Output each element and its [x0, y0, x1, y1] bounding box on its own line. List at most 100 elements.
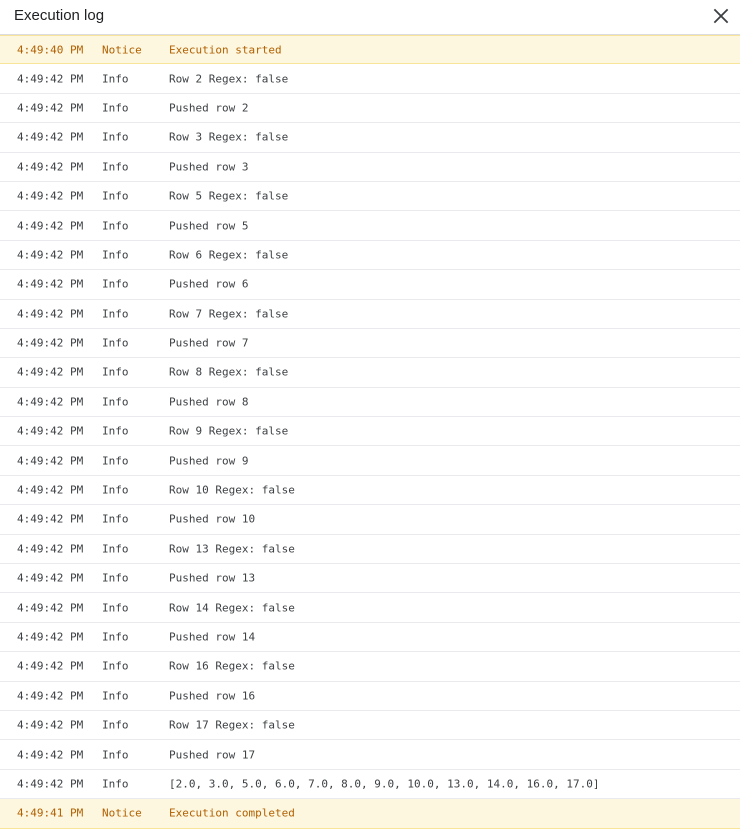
execution-log-list[interactable]: 4:49:40 PM Notice Execution started 4:49:42…: [0, 35, 740, 829]
log-time: 4:49:42 PM: [17, 777, 84, 791]
log-message: Row 6 Regex: false: [169, 248, 289, 262]
log-message: Row 10 Regex: false: [169, 483, 295, 497]
log-level: Info: [102, 512, 129, 526]
log-message: [2.0, 3.0, 5.0, 6.0, 7.0, 8.0, 9.0, 10.0…: [169, 777, 600, 791]
log-time: 4:49:42 PM: [17, 101, 84, 115]
log-row: 4:49:42 PM Info Pushed row 16: [0, 682, 740, 711]
log-message: Pushed row 9: [169, 454, 249, 468]
log-message: Row 13 Regex: false: [169, 542, 295, 556]
log-message: Pushed row 13: [169, 571, 256, 585]
log-level: Info: [102, 336, 129, 350]
log-time: 4:49:42 PM: [17, 219, 84, 233]
log-level: Info: [102, 101, 129, 115]
log-row: 4:49:42 PM Info Pushed row 14: [0, 623, 740, 653]
log-level: Info: [102, 630, 129, 644]
log-time: 4:49:42 PM: [17, 689, 84, 703]
log-row: 4:49:41 PM Notice Execution completed: [0, 799, 740, 829]
close-icon: [713, 8, 729, 24]
log-row: 4:49:42 PM Info Pushed row 17: [0, 740, 740, 770]
log-message: Execution completed: [169, 806, 295, 820]
log-message: Pushed row 3: [169, 160, 249, 174]
log-message: Pushed row 14: [169, 630, 256, 644]
log-row: 4:49:42 PM Info [2.0, 3.0, 5.0, 6.0, 7.0, …: [0, 770, 740, 800]
log-time: 4:49:42 PM: [17, 365, 84, 379]
log-level: Info: [102, 219, 129, 233]
log-time: 4:49:42 PM: [17, 248, 84, 262]
dialog-header: Execution log: [0, 0, 740, 35]
log-message: Pushed row 7: [169, 336, 249, 350]
log-message: Execution started: [169, 43, 282, 57]
log-time: 4:49:42 PM: [17, 454, 84, 468]
log-message: Pushed row 5: [169, 219, 249, 233]
log-time: 4:49:42 PM: [17, 512, 84, 526]
log-time: 4:49:42 PM: [17, 601, 84, 615]
log-level: Info: [102, 777, 129, 791]
log-message: Pushed row 10: [169, 512, 256, 526]
log-time: 4:49:42 PM: [17, 424, 84, 438]
log-level: Notice: [102, 43, 142, 57]
log-row: 4:49:42 PM Info Row 5 Regex: false: [0, 182, 740, 212]
log-row: 4:49:42 PM Info Row 14 Regex: false: [0, 593, 740, 623]
log-level: Info: [102, 277, 129, 291]
log-level: Info: [102, 365, 129, 379]
log-time: 4:49:42 PM: [17, 130, 84, 144]
log-row: 4:49:42 PM Info Row 2 Regex: false: [0, 64, 740, 94]
log-row: 4:49:42 PM Info Pushed row 6: [0, 270, 740, 300]
log-time: 4:49:42 PM: [17, 189, 84, 203]
log-level: Info: [102, 454, 129, 468]
log-message: Pushed row 2: [169, 101, 249, 115]
log-row: 4:49:42 PM Info Pushed row 8: [0, 388, 740, 418]
log-time: 4:49:42 PM: [17, 160, 84, 174]
log-message: Pushed row 17: [169, 748, 256, 762]
log-message: Row 3 Regex: false: [169, 130, 289, 144]
log-row: 4:49:42 PM Info Row 3 Regex: false: [0, 123, 740, 153]
log-row: 4:49:42 PM Info Row 8 Regex: false: [0, 358, 740, 388]
log-row: 4:49:42 PM Info Pushed row 9: [0, 446, 740, 476]
log-row: 4:49:42 PM Info Row 6 Regex: false: [0, 241, 740, 271]
log-time: 4:49:41 PM: [17, 806, 84, 820]
log-time: 4:49:42 PM: [17, 277, 84, 291]
log-level: Info: [102, 659, 129, 673]
log-time: 4:49:40 PM: [17, 43, 84, 57]
log-row: 4:49:42 PM Info Row 13 Regex: false: [0, 535, 740, 565]
log-level: Info: [102, 542, 129, 556]
log-level: Info: [102, 189, 129, 203]
log-row: 4:49:42 PM Info Pushed row 10: [0, 505, 740, 535]
log-time: 4:49:42 PM: [17, 336, 84, 350]
log-message: Row 7 Regex: false: [169, 307, 289, 321]
log-row: 4:49:40 PM Notice Execution started: [0, 35, 740, 65]
log-level: Info: [102, 483, 129, 497]
log-level: Info: [102, 718, 129, 732]
log-message: Row 9 Regex: false: [169, 424, 289, 438]
log-time: 4:49:42 PM: [17, 748, 84, 762]
log-row: 4:49:42 PM Info Row 17 Regex: false: [0, 711, 740, 741]
log-time: 4:49:42 PM: [17, 483, 84, 497]
log-row: 4:49:42 PM Info Row 16 Regex: false: [0, 652, 740, 682]
log-level: Notice: [102, 806, 142, 820]
log-level: Info: [102, 689, 129, 703]
log-level: Info: [102, 307, 129, 321]
close-button[interactable]: [708, 3, 734, 29]
log-level: Info: [102, 424, 129, 438]
log-time: 4:49:42 PM: [17, 542, 84, 556]
log-time: 4:49:42 PM: [17, 718, 84, 732]
log-level: Info: [102, 395, 129, 409]
log-time: 4:49:42 PM: [17, 307, 84, 321]
log-level: Info: [102, 130, 129, 144]
log-time: 4:49:42 PM: [17, 571, 84, 585]
log-message: Pushed row 6: [169, 277, 249, 291]
log-message: Pushed row 16: [169, 689, 256, 703]
log-message: Row 16 Regex: false: [169, 659, 295, 673]
log-row: 4:49:42 PM Info Pushed row 7: [0, 329, 740, 359]
log-level: Info: [102, 72, 129, 86]
log-row: 4:49:42 PM Info Row 10 Regex: false: [0, 476, 740, 506]
log-level: Info: [102, 160, 129, 174]
log-level: Info: [102, 248, 129, 262]
log-row: 4:49:42 PM Info Row 7 Regex: false: [0, 300, 740, 329]
log-time: 4:49:42 PM: [17, 659, 84, 673]
log-level: Info: [102, 748, 129, 762]
log-row: 4:49:42 PM Info Pushed row 5: [0, 211, 740, 241]
log-time: 4:49:42 PM: [17, 395, 84, 409]
log-message: Row 14 Regex: false: [169, 601, 295, 615]
log-row: 4:49:42 PM Info Pushed row 3: [0, 153, 740, 182]
